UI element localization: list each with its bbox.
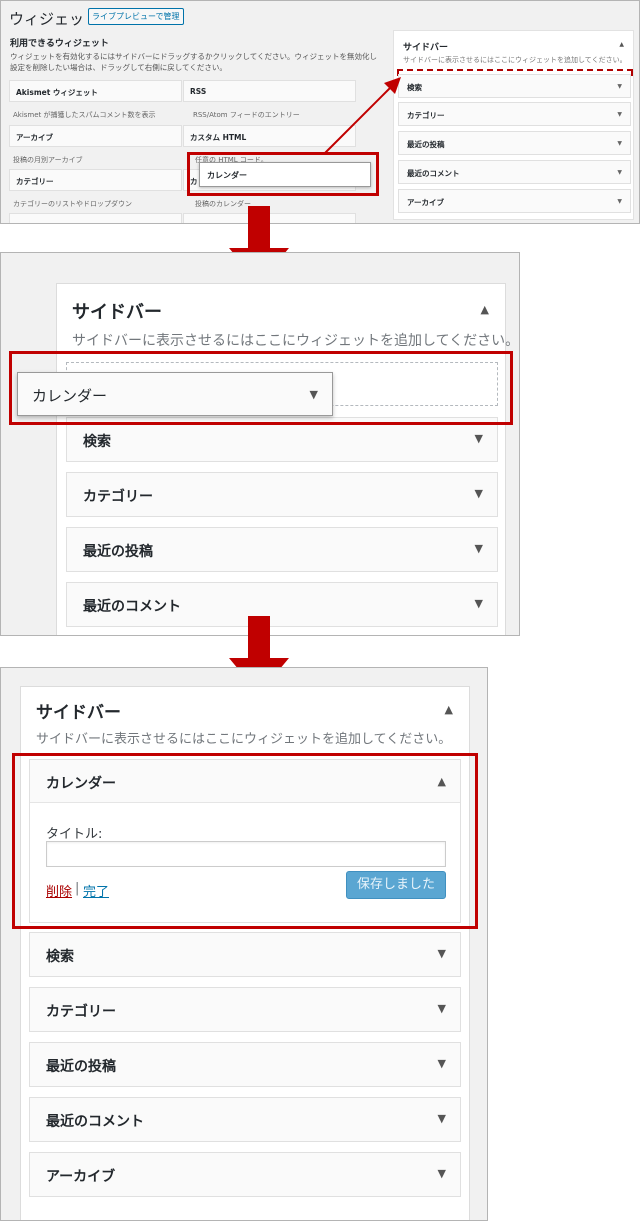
sidebar-widget-categories[interactable]: カテゴリー ▼ xyxy=(29,987,461,1032)
sidebar-widget-recent-comments[interactable]: 最近のコメント ▼ xyxy=(29,1097,461,1142)
widget-label: 最近の投稿 xyxy=(46,1059,116,1075)
sidebar-area: サイドバー ▲ サイドバーに表示させるにはここにウィジェットを追加してください。… xyxy=(56,283,519,635)
sidebar-widget-recent-posts[interactable]: 最近の投稿 ▼ xyxy=(66,527,498,572)
widget-label: 最近のコメント xyxy=(46,1114,144,1130)
expand-icon[interactable]: ▼ xyxy=(475,432,483,445)
sidebar-title: サイドバー xyxy=(72,302,162,323)
widget-label: 最近の投稿 xyxy=(83,544,153,560)
highlight-box xyxy=(9,351,513,425)
expand-icon[interactable]: ▼ xyxy=(438,1112,446,1125)
sidebar-description: サイドバーに表示させるにはここにウィジェットを追加してください。 xyxy=(72,333,520,349)
sidebar-description: サイドバーに表示させるにはここにウィジェットを追加してください。 xyxy=(36,732,452,747)
step3-panel: サイドバー ▲ サイドバーに表示させるにはここにウィジェットを追加してください。… xyxy=(0,667,488,1221)
expand-icon[interactable]: ▼ xyxy=(475,542,483,555)
expand-icon[interactable]: ▼ xyxy=(438,1167,446,1180)
widget-label: カテゴリー xyxy=(83,489,153,505)
expand-icon[interactable]: ▼ xyxy=(438,1057,446,1070)
expand-icon[interactable]: ▼ xyxy=(475,597,483,610)
widget-label: 最近のコメント xyxy=(83,599,181,615)
sidebar-widget-archives[interactable]: アーカイブ ▼ xyxy=(29,1152,461,1197)
sidebar-title: サイドバー xyxy=(36,703,121,723)
sidebar-widget-categories[interactable]: カテゴリー ▼ xyxy=(66,472,498,517)
highlight-box xyxy=(12,753,478,929)
widget-label: アーカイブ xyxy=(46,1169,116,1185)
collapse-icon[interactable]: ▲ xyxy=(445,703,453,716)
diagonal-arrow-icon xyxy=(323,77,401,155)
sidebar-widget-search[interactable]: 検索 ▼ xyxy=(29,932,461,977)
widget-label: 検索 xyxy=(46,949,74,965)
sidebar-widget-recent-posts[interactable]: 最近の投稿 ▼ xyxy=(29,1042,461,1087)
step1-panel: ウィジェット ライブプレビューで管理 利用できるウィジェット ウィジェットを有効… xyxy=(0,0,640,224)
expand-icon[interactable]: ▼ xyxy=(438,1002,446,1015)
widget-label: カテゴリー xyxy=(46,1004,116,1020)
step2-panel: サイドバー ▲ サイドバーに表示させるにはここにウィジェットを追加してください。… xyxy=(0,252,520,636)
collapse-icon[interactable]: ▲ xyxy=(481,303,489,316)
expand-icon[interactable]: ▼ xyxy=(438,947,446,960)
expand-icon[interactable]: ▼ xyxy=(475,487,483,500)
widget-label: 検索 xyxy=(83,434,111,450)
